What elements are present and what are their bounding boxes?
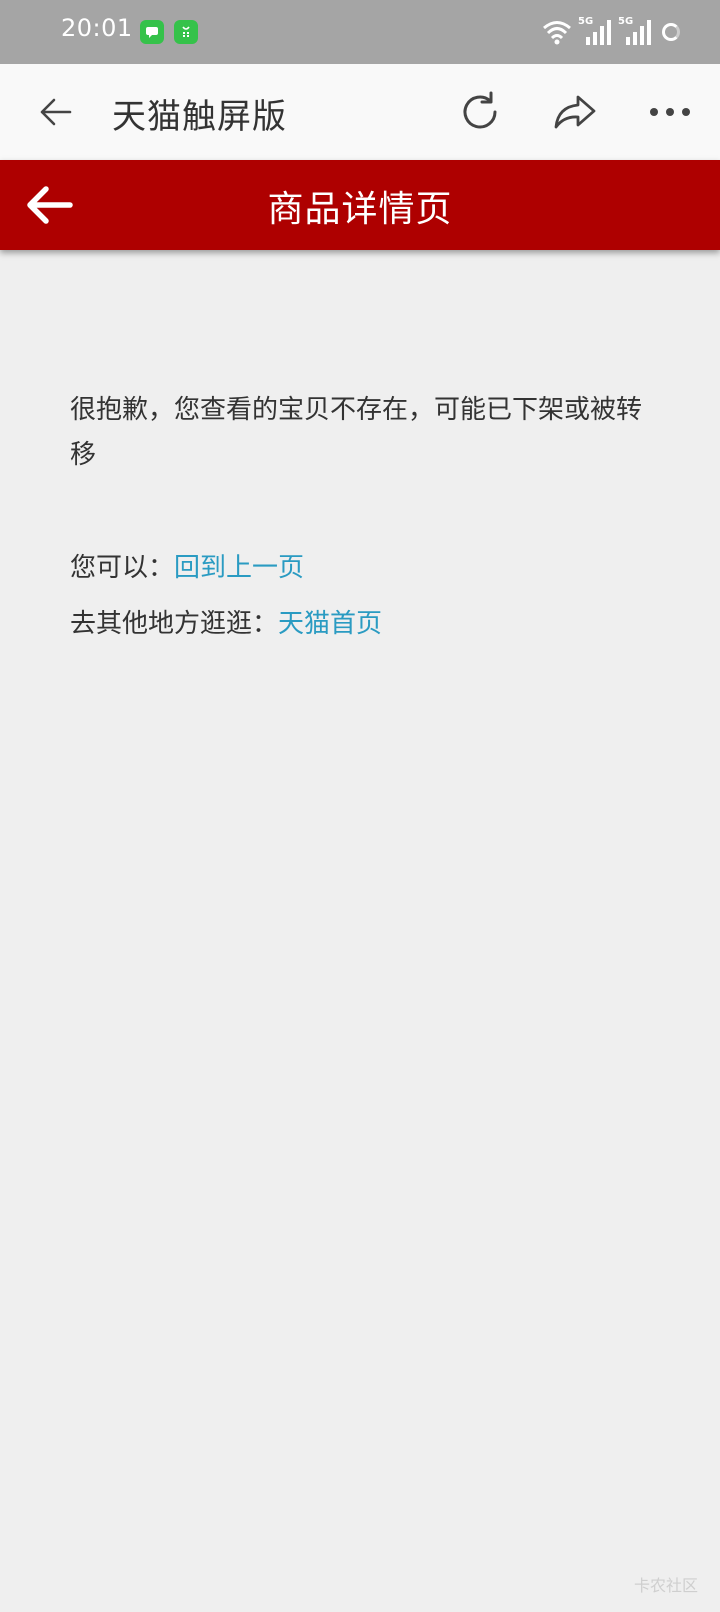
cellular-signal-icon-2: 5G [618,17,652,47]
wifi-icon [543,21,571,45]
share-icon [554,95,596,129]
shopping-app-icon [174,20,198,44]
more-dots-icon [650,108,690,116]
page-title: 商品详情页 [267,189,453,230]
back-arrow-icon[interactable] [36,92,76,132]
error-message: 很抱歉，您查看的宝贝不存在，可能已下架或被转移 [70,395,643,470]
back-to-previous-link[interactable]: 回到上一页 [174,553,304,583]
refresh-icon [463,91,497,129]
network-type-1: 5G [578,16,594,27]
tmall-home-link[interactable]: 天猫首页 [278,609,382,639]
status-time: 20:01 [61,14,133,42]
more-button[interactable] [646,88,694,136]
watermark: 卡农社区 [633,1576,698,1595]
browser-toolbar: 天猫触屏版 [0,64,720,160]
message-app-icon [140,20,164,44]
page-header: 商品详情页 [0,160,720,250]
option-row-home: 去其他地方逛逛：天猫首页 [70,596,650,652]
option-back-label: 您可以： [70,553,175,583]
error-content: 很抱歉，您查看的宝贝不存在，可能已下架或被转移 您可以：回到上一页 去其他地方逛… [70,388,650,652]
option-row-back: 您可以：回到上一页 [70,540,650,596]
battery-icon [662,23,680,41]
option-home-label: 去其他地方逛逛： [70,609,279,639]
cellular-signal-icon-1: 5G [578,17,612,47]
share-button[interactable] [551,88,599,136]
refresh-button[interactable] [456,88,504,136]
browser-title: 天猫触屏版 [112,97,287,137]
status-indicators: 5G 5G [542,16,680,48]
status-bar: 20:01 5G 5G [0,0,720,64]
network-type-2: 5G [618,16,634,27]
